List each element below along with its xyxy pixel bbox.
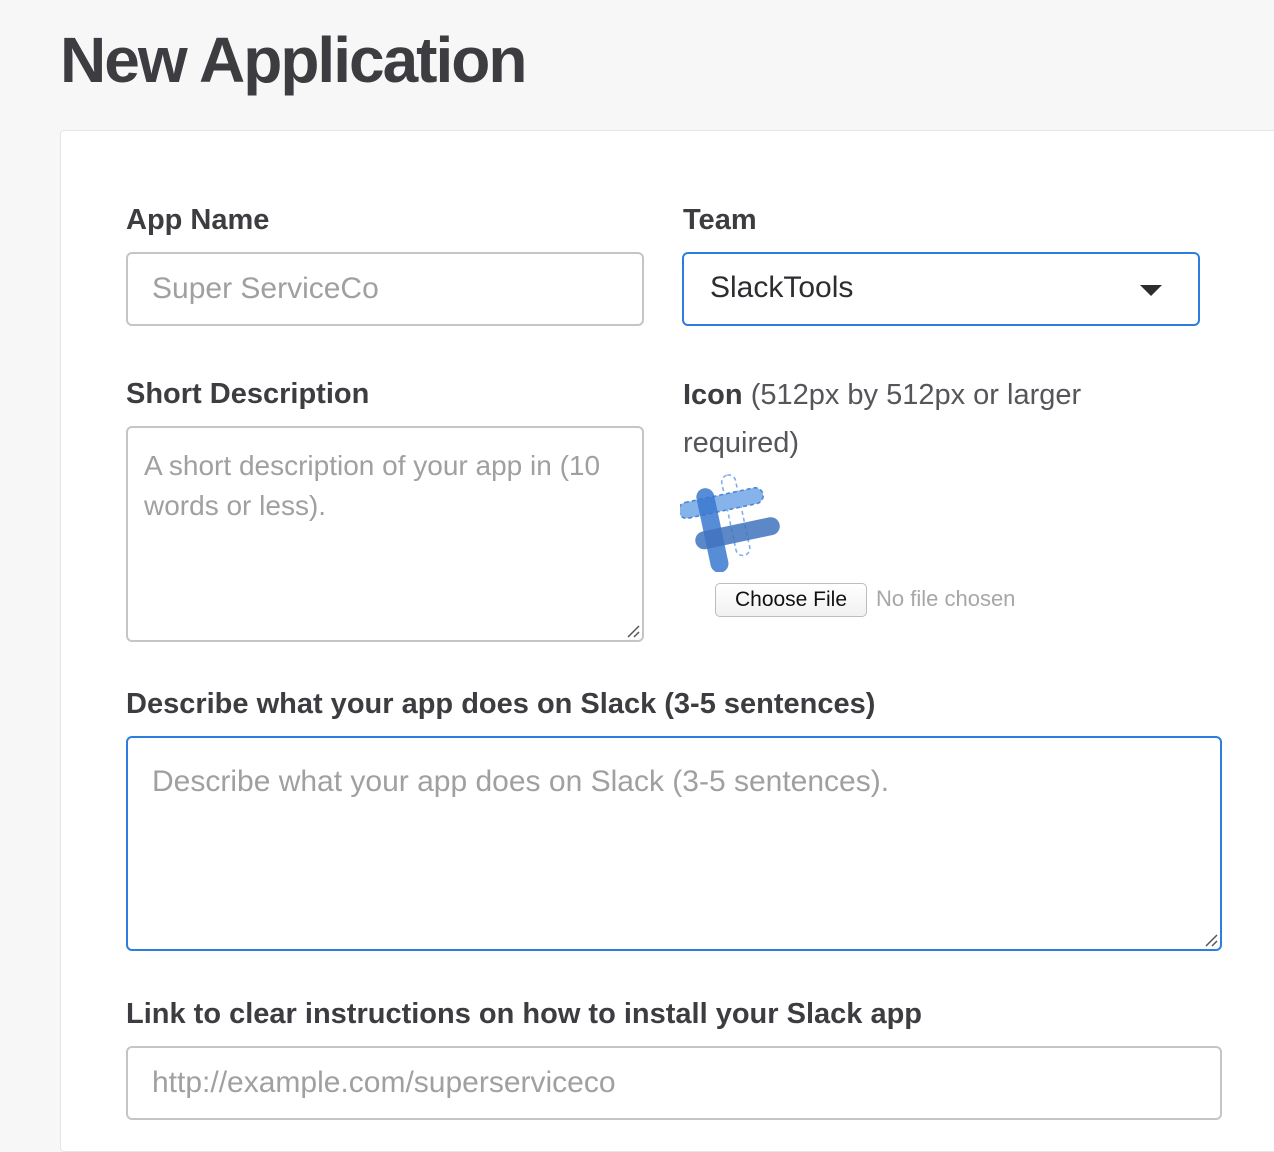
choose-file-button[interactable]: Choose File	[715, 583, 867, 617]
resize-grip-icon[interactable]	[626, 624, 640, 638]
team-select[interactable]: SlackTools	[682, 252, 1200, 326]
app-name-label: App Name	[126, 204, 270, 236]
team-selected-value: SlackTools	[710, 271, 854, 304]
slack-hash-logo-icon	[680, 474, 780, 572]
long-description-textarea[interactable]	[126, 736, 1222, 951]
long-description-label: Describe what your app does on Slack (3-…	[126, 688, 876, 720]
resize-grip-icon[interactable]	[1204, 933, 1218, 947]
team-label: Team	[683, 204, 757, 236]
caret-down-icon	[1140, 285, 1162, 296]
app-name-input[interactable]	[126, 252, 644, 326]
page-title: New Application	[60, 24, 527, 96]
icon-label-title: Icon	[683, 379, 743, 411]
short-description-label: Short Description	[126, 378, 370, 410]
icon-size-hint: (512px by 512px or larger required)	[683, 379, 1082, 459]
file-status-text: No file chosen	[876, 586, 1016, 611]
short-description-textarea[interactable]	[126, 426, 644, 642]
icon-label: Icon (512px by 512px or larger required)	[683, 371, 1133, 467]
install-link-input[interactable]	[126, 1046, 1222, 1120]
install-link-label: Link to clear instructions on how to ins…	[126, 998, 923, 1030]
